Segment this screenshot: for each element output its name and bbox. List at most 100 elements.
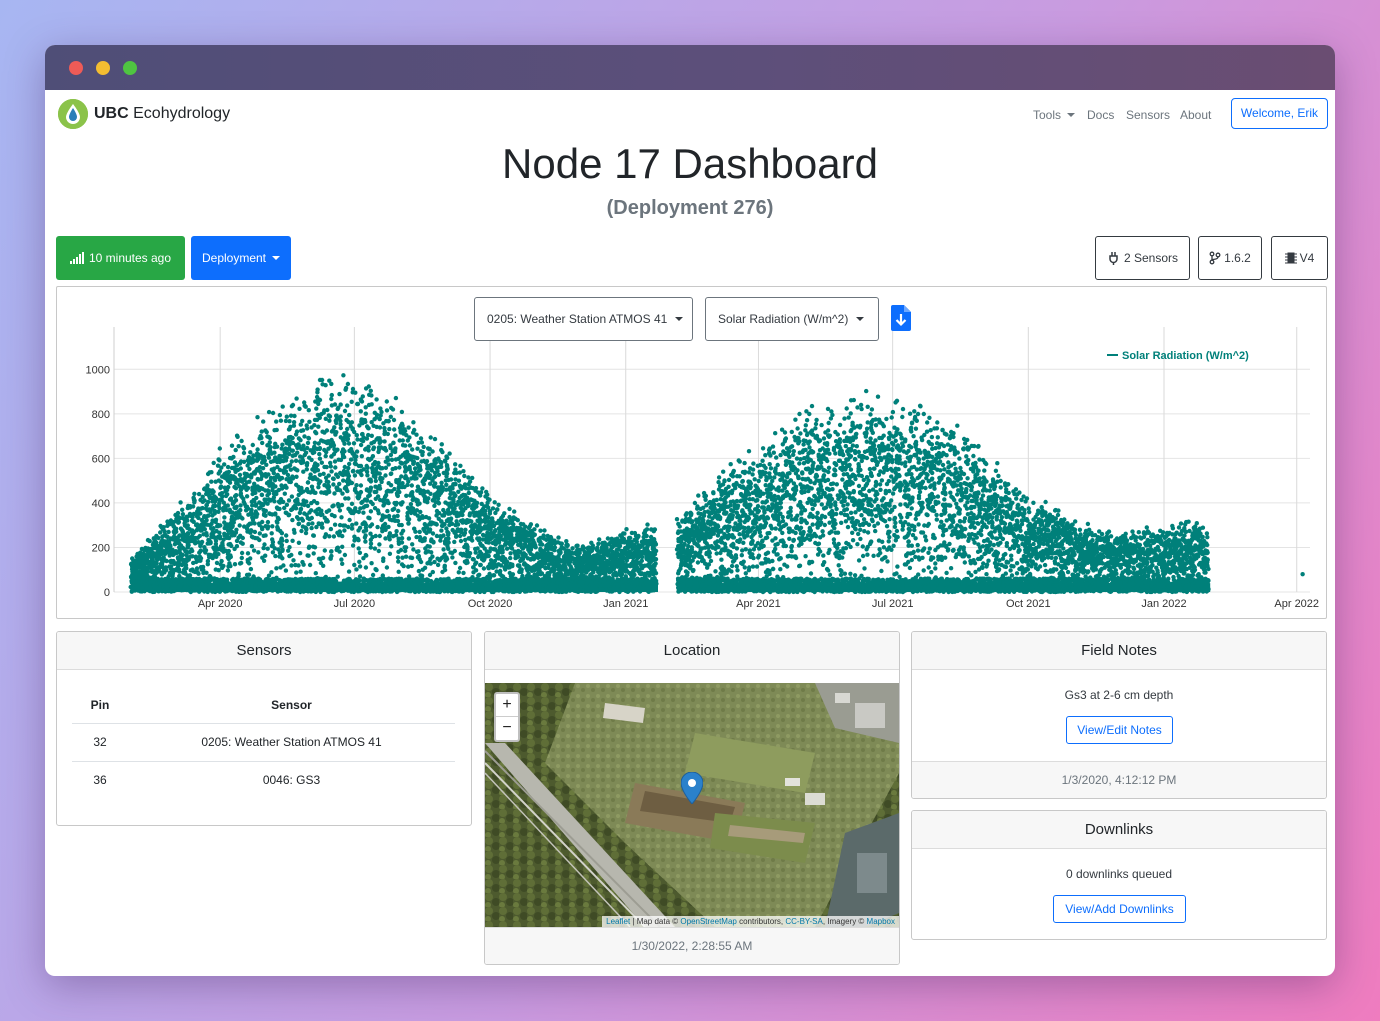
sensors-count-button[interactable]: 2 Sensors <box>1095 236 1190 280</box>
nav-sensors-link[interactable]: Sensors <box>1126 108 1170 122</box>
data-point <box>240 516 245 521</box>
y-tick-label: 400 <box>92 498 110 510</box>
data-point <box>439 528 444 533</box>
data-point <box>359 472 364 478</box>
data-point <box>312 440 318 445</box>
data-point <box>209 521 214 527</box>
nav-docs-link[interactable]: Docs <box>1087 108 1114 122</box>
data-point <box>322 548 327 553</box>
data-point <box>298 569 303 574</box>
data-point <box>369 522 375 527</box>
brand-link[interactable]: UBC Ecohydrology <box>58 99 230 129</box>
data-point <box>324 464 329 470</box>
data-point <box>473 486 479 491</box>
data-point <box>369 393 374 398</box>
data-point <box>357 559 362 564</box>
data-point <box>237 472 243 478</box>
data-point <box>407 443 413 448</box>
data-point <box>455 522 461 527</box>
data-point <box>265 546 270 551</box>
close-window-dot[interactable] <box>69 61 83 75</box>
minimize-window-dot[interactable] <box>96 61 110 75</box>
data-point <box>497 571 503 576</box>
data-point <box>467 551 473 556</box>
nav-tools-dropdown[interactable]: Tools <box>1033 108 1076 122</box>
data-point <box>317 451 322 457</box>
data-point <box>367 516 372 521</box>
data-point <box>248 450 253 455</box>
maximize-window-dot[interactable] <box>123 61 137 75</box>
data-point <box>487 497 492 502</box>
data-point <box>244 472 249 477</box>
data-point <box>147 538 152 544</box>
welcome-user-button[interactable]: Welcome, Erik <box>1231 98 1328 129</box>
data-point <box>403 466 408 472</box>
data-point <box>239 438 244 444</box>
data-point <box>356 578 362 583</box>
data-point <box>478 490 484 495</box>
data-point <box>282 491 287 496</box>
data-point <box>338 402 343 407</box>
data-point <box>240 535 245 541</box>
signal-bars-icon <box>69 252 84 264</box>
data-point <box>279 542 285 548</box>
data-point <box>444 471 450 476</box>
last-seen-label: 10 minutes ago <box>88 251 172 265</box>
data-point <box>396 569 401 574</box>
data-point <box>234 493 239 498</box>
data-point <box>325 519 330 524</box>
deployment-dropdown-button[interactable]: Deployment <box>191 236 291 280</box>
data-point <box>317 397 323 403</box>
data-point <box>346 524 351 530</box>
data-point <box>466 475 471 480</box>
data-point <box>359 399 365 404</box>
data-point <box>438 538 443 543</box>
data-point <box>316 424 321 429</box>
data-point <box>406 521 411 526</box>
firmware-version-button[interactable]: 1.6.2 <box>1198 236 1262 280</box>
data-point <box>309 508 314 513</box>
data-point <box>399 536 405 541</box>
data-point <box>273 484 278 489</box>
data-point <box>209 470 214 475</box>
data-point <box>399 522 404 528</box>
data-point <box>295 450 300 455</box>
brand-name: UBC Ecohydrology <box>94 105 231 122</box>
data-point <box>192 498 197 503</box>
data-point <box>377 542 382 547</box>
data-point <box>375 524 380 530</box>
data-point <box>234 544 240 549</box>
data-point <box>274 444 280 449</box>
data-point <box>462 473 467 479</box>
data-point <box>226 484 231 490</box>
last-seen-button[interactable]: 10 minutes ago <box>56 236 185 280</box>
data-point <box>259 435 264 441</box>
data-point <box>446 530 451 536</box>
data-point <box>176 519 182 525</box>
chevron-down-icon <box>272 256 281 260</box>
data-point <box>238 466 243 471</box>
data-point <box>305 480 311 485</box>
data-point <box>348 457 354 462</box>
data-point <box>374 567 379 573</box>
data-point <box>248 566 254 572</box>
data-point <box>176 515 181 520</box>
data-point <box>220 543 225 548</box>
data-point <box>294 429 300 434</box>
data-point <box>395 555 401 560</box>
data-point <box>408 502 414 507</box>
data-point <box>385 431 390 437</box>
data-point <box>342 552 348 558</box>
data-point <box>368 541 374 546</box>
nav-about-link[interactable]: About <box>1180 108 1211 122</box>
data-point <box>512 509 517 514</box>
y-tick-label: 600 <box>92 453 110 465</box>
data-point <box>481 566 487 571</box>
data-point <box>327 414 333 419</box>
x-tick-label: Jan 2021 <box>603 598 648 610</box>
hardware-version-button[interactable]: V4 <box>1271 236 1328 280</box>
data-point <box>406 425 411 430</box>
data-point <box>428 561 433 566</box>
data-point <box>430 449 435 454</box>
data-point <box>278 418 284 423</box>
